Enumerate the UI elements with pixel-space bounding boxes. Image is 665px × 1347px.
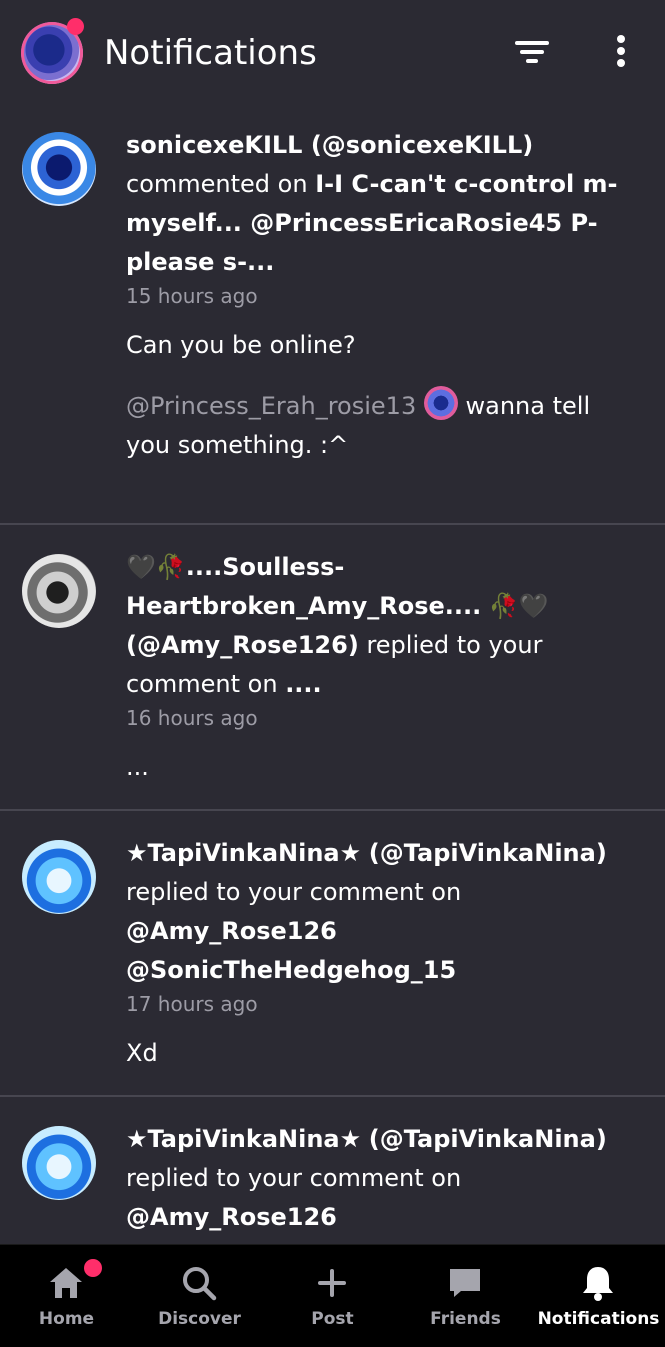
message-text: Can you be online? <box>126 331 356 359</box>
profile-avatar[interactable] <box>21 18 84 84</box>
message-text: Xd <box>126 1039 158 1067</box>
message-text: ... <box>126 753 149 781</box>
reply-text: @Princess_Erah_rosie13 wanna tell you so… <box>126 386 635 465</box>
user-handle[interactable]: (@Amy_Rose126) <box>126 631 359 659</box>
home-icon <box>50 1268 82 1298</box>
avatar-emoji-icon <box>423 386 458 420</box>
target-title[interactable]: @Amy_Rose126 <box>126 1203 337 1231</box>
chat-icon <box>450 1269 480 1297</box>
nav-notifications[interactable]: Notifications <box>532 1245 665 1345</box>
notification-list: sonicexeKILL (@sonicexeKILL) commented o… <box>0 104 665 1257</box>
plus-icon <box>318 1269 346 1297</box>
user-name[interactable]: ★TapiVinkaNina★ <box>126 839 361 867</box>
nav-friends-label: Friends <box>430 1309 501 1329</box>
user-name[interactable]: ★TapiVinkaNina★ <box>126 1125 361 1153</box>
action-text: commented on <box>126 170 308 198</box>
notification-item[interactable]: ★TapiVinkaNina★ (@TapiVinkaNina) replied… <box>0 811 665 1097</box>
notification-item[interactable]: sonicexeKILL (@sonicexeKILL) commented o… <box>0 104 665 525</box>
user-avatar[interactable] <box>22 554 96 628</box>
page-title: Notifications <box>104 33 317 73</box>
user-handle[interactable]: (@TapiVinkaNina) <box>369 1125 607 1153</box>
target-title[interactable]: .... <box>285 670 321 698</box>
user-avatar[interactable] <box>22 840 96 914</box>
more-options-button[interactable] <box>601 30 641 74</box>
nav-home-label: Home <box>38 1309 95 1329</box>
action-text: replied to your comment on <box>126 1164 462 1192</box>
more-vertical-icon <box>617 35 625 67</box>
nav-notifications-label: Notifications <box>537 1309 660 1329</box>
notification-item[interactable]: 🖤🥀....Soulless-Heartbroken_Amy_Rose.... … <box>0 525 665 811</box>
nav-discover[interactable]: Discover <box>133 1245 266 1345</box>
timestamp: 16 hours ago <box>126 706 258 730</box>
target-title[interactable]: @Amy_Rose126 @SonicTheHedgehog_15 <box>126 917 456 984</box>
heart-rose-emoji-icon: 🖤🥀 <box>126 553 186 581</box>
nav-post-label: Post <box>311 1309 354 1329</box>
timestamp: 17 hours ago <box>126 992 258 1016</box>
user-avatar[interactable] <box>22 1126 96 1200</box>
nav-discover-label: Discover <box>158 1309 241 1329</box>
nav-post[interactable]: Post <box>266 1245 399 1345</box>
top-bar: Notifications <box>0 0 665 104</box>
user-handle[interactable]: (@TapiVinkaNina) <box>369 839 607 867</box>
notification-item[interactable]: ★TapiVinkaNina★ (@TapiVinkaNina) replied… <box>0 1097 665 1257</box>
bottom-navigation: Home Discover Post Friends Notifications <box>0 1244 665 1347</box>
nav-friends[interactable]: Friends <box>399 1245 532 1345</box>
nav-home[interactable]: Home <box>0 1245 133 1345</box>
search-icon <box>183 1267 217 1301</box>
filter-button[interactable] <box>512 30 552 74</box>
action-text: replied to your comment on <box>126 878 462 906</box>
user-avatar[interactable] <box>22 132 96 206</box>
user-name[interactable]: sonicexeKILL (@sonicexeKILL) <box>126 131 533 159</box>
filter-icon <box>515 41 549 63</box>
rose-heart-emoji-icon: 🥀🖤 <box>488 592 549 620</box>
mention-link[interactable]: @Princess_Erah_rosie13 <box>126 392 416 420</box>
home-badge-dot <box>84 1259 102 1277</box>
bell-icon <box>583 1267 613 1301</box>
notification-dot <box>67 18 84 35</box>
timestamp: 15 hours ago <box>126 284 258 308</box>
